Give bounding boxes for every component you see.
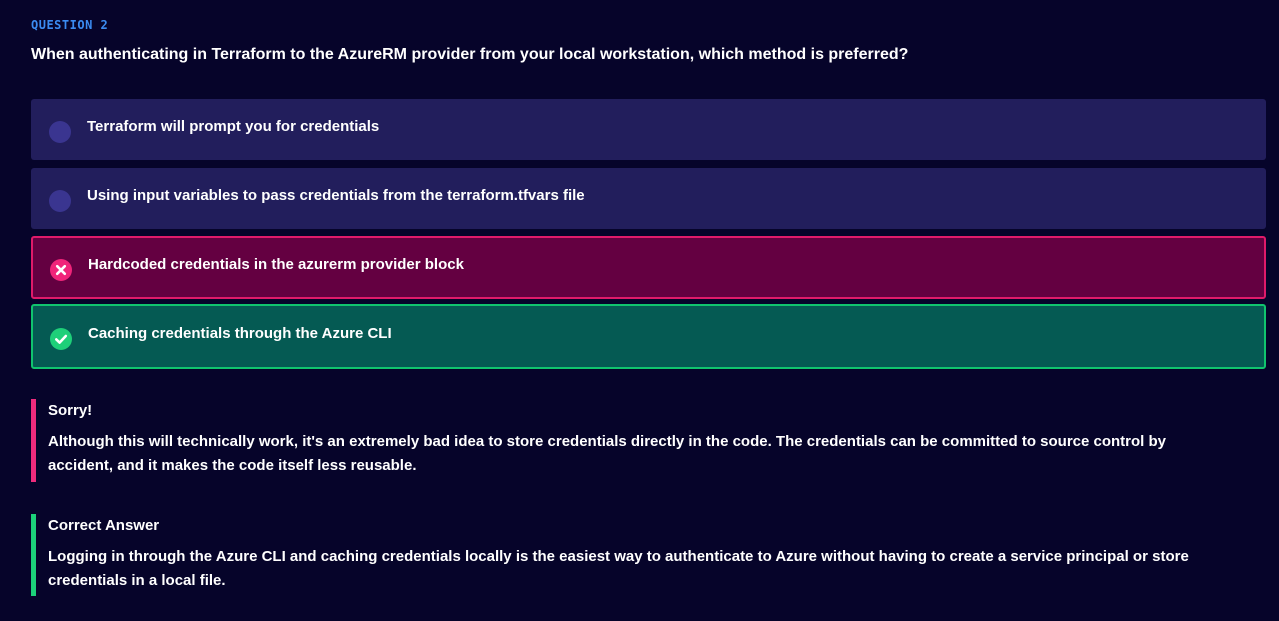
- question-number: QUESTION 2: [31, 18, 109, 32]
- feedback-incorrect: Sorry! Although this will technically wo…: [31, 399, 1231, 482]
- answer-option-label: Hardcoded credentials in the azurerm pro…: [88, 255, 464, 273]
- answer-option-1[interactable]: Terraform will prompt you for credential…: [31, 99, 1266, 160]
- check-circle-icon: [50, 327, 72, 350]
- answer-option-label: Using input variables to pass credential…: [87, 186, 585, 204]
- feedback-body: Logging in through the Azure CLI and cac…: [48, 548, 1189, 589]
- answer-option-label: Caching credentials through the Azure CL…: [88, 324, 392, 342]
- feedback-correct-answer: Correct Answer Logging in through the Az…: [31, 514, 1231, 596]
- feedback-body: Although this will technically work, it'…: [48, 433, 1167, 474]
- feedback-title: Correct Answer: [48, 517, 160, 534]
- answer-options: Terraform will prompt you for credential…: [31, 99, 1266, 369]
- x-circle-icon: [50, 258, 72, 281]
- answer-option-4[interactable]: Caching credentials through the Azure CL…: [31, 304, 1266, 369]
- quiz-question-panel: QUESTION 2 When authenticating in Terraf…: [0, 0, 1279, 621]
- question-text: When authenticating in Terraform to the …: [31, 46, 909, 63]
- feedback-title: Sorry!: [48, 402, 93, 419]
- radio-empty-icon[interactable]: [49, 120, 71, 143]
- answer-option-2[interactable]: Using input variables to pass credential…: [31, 168, 1266, 229]
- answer-option-label: Terraform will prompt you for credential…: [87, 117, 380, 135]
- answer-option-3[interactable]: Hardcoded credentials in the azurerm pro…: [31, 236, 1266, 299]
- radio-empty-icon[interactable]: [49, 189, 71, 212]
